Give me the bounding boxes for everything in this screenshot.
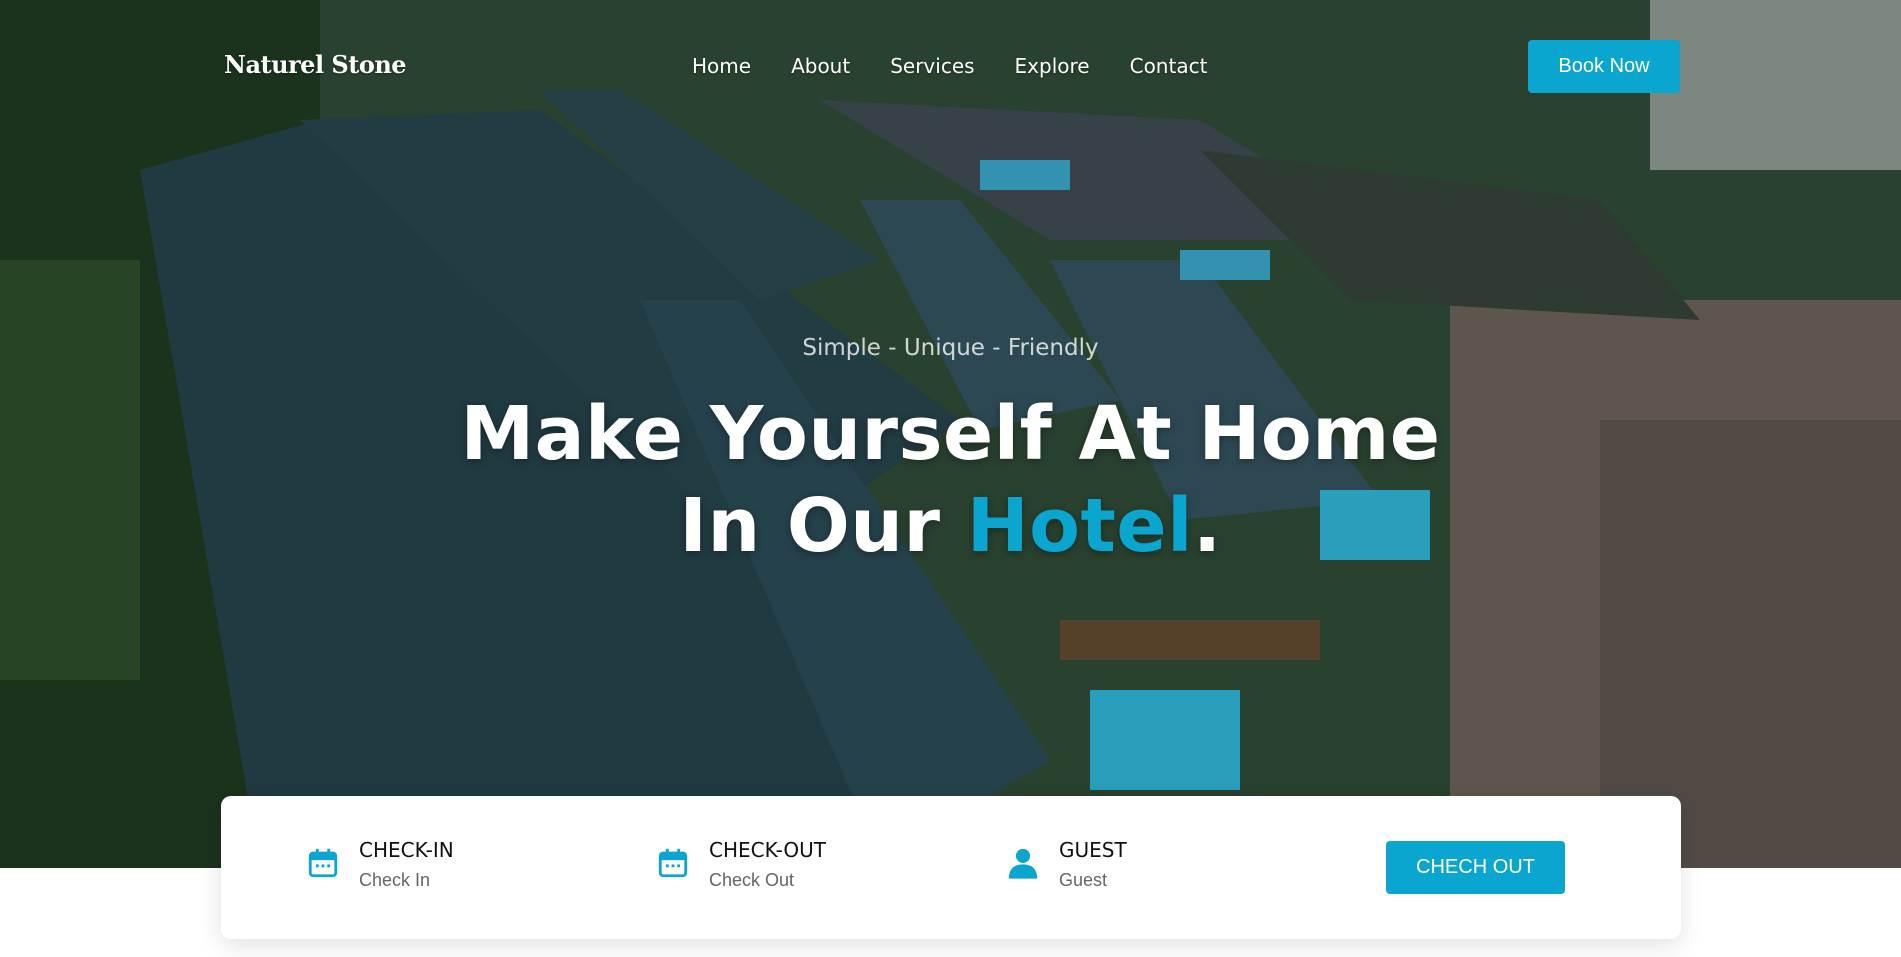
calendar-icon: [308, 848, 338, 878]
nav-item-services[interactable]: Services: [890, 54, 974, 78]
booking-form: CHECK-IN Check In CHECK-OUT Check Out GU…: [221, 796, 1681, 939]
nav-item-contact[interactable]: Contact: [1130, 54, 1208, 78]
nav-item-explore[interactable]: Explore: [1015, 54, 1090, 78]
calendar-icon: [658, 848, 688, 878]
main-nav: Home About Services Explore Contact: [692, 54, 1207, 78]
checkout-title: CHECK-OUT: [709, 838, 826, 862]
hero-section: Naturel Stone Home About Services Explor…: [0, 0, 1901, 868]
check-out-button[interactable]: CHECH OUT: [1386, 841, 1565, 894]
hero-tagline: Simple - Unique - Friendly: [802, 335, 1099, 361]
book-now-button[interactable]: Book Now: [1528, 40, 1680, 93]
headline-line-2-prefix: In Our: [679, 483, 967, 569]
guest-input[interactable]: Guest: [1059, 870, 1107, 891]
user-icon: [1008, 848, 1038, 879]
headline-highlight: Hotel: [966, 483, 1193, 569]
hero-headline: Make Yourself At Home In Our Hotel.: [0, 388, 1901, 572]
headline-suffix: .: [1192, 483, 1222, 569]
nav-item-about[interactable]: About: [791, 54, 850, 78]
guest-title: GUEST: [1059, 838, 1127, 862]
checkin-input[interactable]: Check In: [359, 870, 430, 891]
site-logo[interactable]: Naturel Stone: [224, 50, 407, 79]
headline-line-1: Make Yourself At Home: [460, 391, 1441, 477]
nav-item-home[interactable]: Home: [692, 54, 751, 78]
checkin-title: CHECK-IN: [359, 838, 454, 862]
checkout-input[interactable]: Check Out: [709, 870, 794, 891]
